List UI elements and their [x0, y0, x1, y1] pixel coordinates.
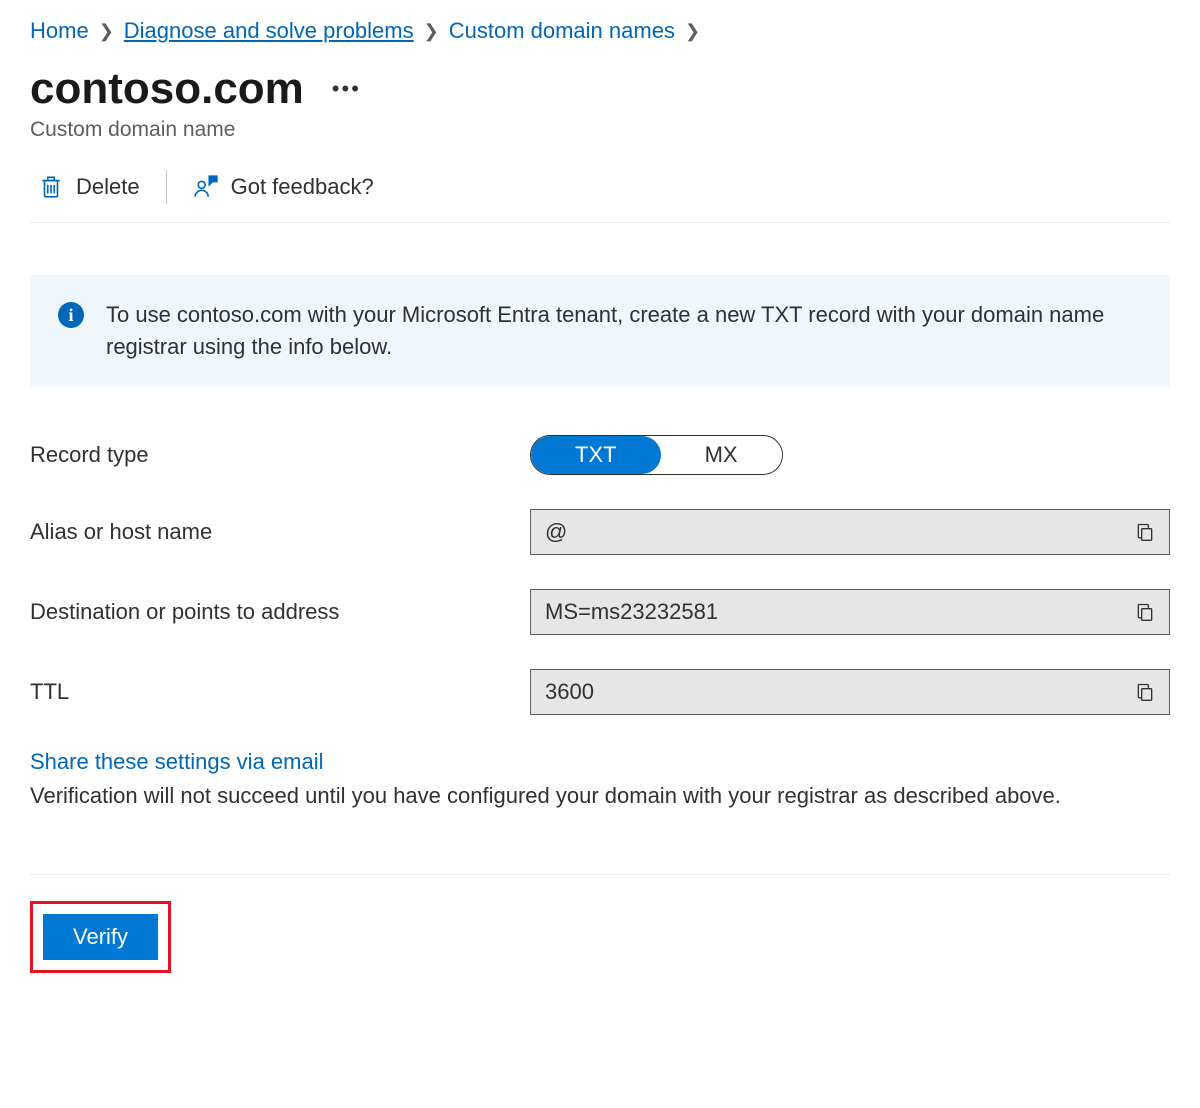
- destination-field: MS=ms23232581: [530, 589, 1170, 635]
- breadcrumb-custom-domains[interactable]: Custom domain names: [449, 18, 675, 44]
- footer: Verify: [30, 874, 1170, 973]
- person-feedback-icon: [193, 174, 219, 200]
- alias-label: Alias or host name: [30, 519, 530, 545]
- record-type-row: Record type TXT MX: [30, 435, 1170, 475]
- record-type-txt[interactable]: TXT: [531, 436, 661, 474]
- feedback-button[interactable]: Got feedback?: [185, 170, 382, 204]
- feedback-label: Got feedback?: [231, 174, 374, 200]
- alias-value: @: [545, 519, 567, 545]
- record-type-mx[interactable]: MX: [661, 436, 782, 474]
- copy-icon[interactable]: [1135, 522, 1155, 542]
- record-type-toggle[interactable]: TXT MX: [530, 435, 783, 475]
- record-type-label: Record type: [30, 442, 530, 468]
- verify-highlight: Verify: [30, 901, 171, 973]
- delete-label: Delete: [76, 174, 140, 200]
- verify-button[interactable]: Verify: [43, 914, 158, 960]
- alias-field: @: [530, 509, 1170, 555]
- alias-row: Alias or host name @: [30, 509, 1170, 555]
- chevron-right-icon: ❯: [685, 21, 700, 42]
- copy-icon[interactable]: [1135, 602, 1155, 622]
- destination-value: MS=ms23232581: [545, 599, 718, 625]
- breadcrumb-diagnose[interactable]: Diagnose and solve problems: [124, 18, 414, 44]
- ttl-label: TTL: [30, 679, 530, 705]
- ttl-field: 3600: [530, 669, 1170, 715]
- ttl-row: TTL 3600: [30, 669, 1170, 715]
- title-row: contoso.com •••: [30, 64, 1170, 114]
- info-banner: i To use contoso.com with your Microsoft…: [30, 275, 1170, 387]
- destination-label: Destination or points to address: [30, 599, 530, 625]
- destination-row: Destination or points to address MS=ms23…: [30, 589, 1170, 635]
- copy-icon[interactable]: [1135, 682, 1155, 702]
- info-icon: i: [58, 302, 84, 328]
- more-icon[interactable]: •••: [332, 76, 361, 102]
- info-text: To use contoso.com with your Microsoft E…: [106, 299, 1142, 363]
- toolbar-separator: [166, 170, 167, 204]
- chevron-right-icon: ❯: [99, 21, 114, 42]
- ttl-value: 3600: [545, 679, 594, 705]
- share-settings-link[interactable]: Share these settings via email: [30, 749, 1170, 775]
- chevron-right-icon: ❯: [424, 21, 439, 42]
- breadcrumb-home[interactable]: Home: [30, 18, 89, 44]
- delete-button[interactable]: Delete: [30, 170, 148, 204]
- breadcrumb: Home ❯ Diagnose and solve problems ❯ Cus…: [30, 18, 1170, 44]
- page-title: contoso.com: [30, 64, 304, 114]
- trash-icon: [38, 174, 64, 200]
- page-subtitle: Custom domain name: [30, 118, 1170, 142]
- toolbar: Delete Got feedback?: [30, 170, 1170, 223]
- verify-note: Verification will not succeed until you …: [30, 781, 1170, 812]
